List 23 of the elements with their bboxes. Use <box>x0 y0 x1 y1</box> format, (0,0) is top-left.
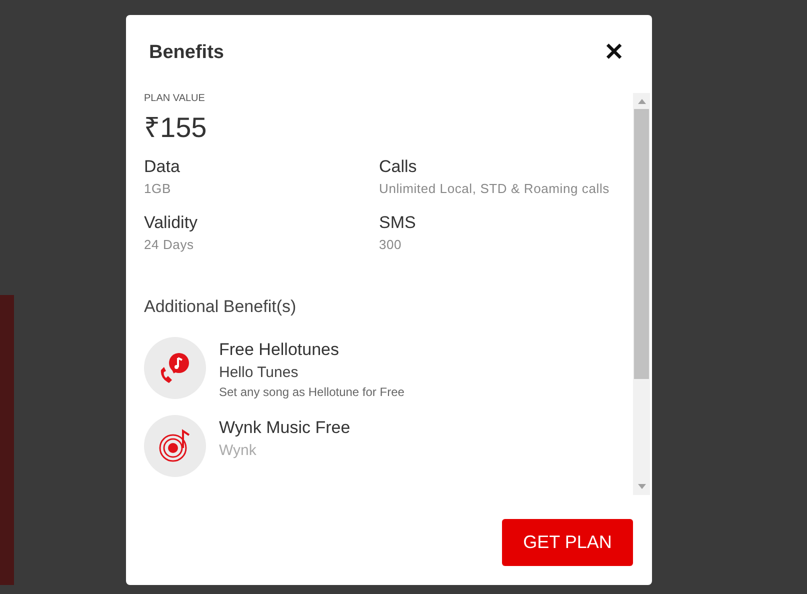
plan-value-label: PLAN VALUE <box>144 93 206 104</box>
plan-price: ₹155 <box>144 111 208 145</box>
benefit-subtitle: Wynk <box>219 442 258 459</box>
scroll-down-icon[interactable] <box>638 484 646 490</box>
benefit-description: Set any song as Hellotune for Free <box>219 385 404 399</box>
benefit-label: Calls <box>379 157 418 177</box>
dialog-title: Benefits <box>149 42 224 64</box>
benefit-title: Wynk Music Free <box>219 418 350 438</box>
benefit-label: Validity <box>144 213 199 233</box>
benefit-value: Unlimited Local, STD & Roaming calls <box>379 181 610 197</box>
benefit-value: 1GB <box>144 181 172 197</box>
get-plan-button[interactable]: GET PLAN <box>502 519 633 566</box>
benefit-label: SMS <box>379 213 417 233</box>
benefit-value: 300 <box>379 237 403 253</box>
scrollbar[interactable] <box>633 93 650 495</box>
benefit-title: Free Hellotunes <box>219 340 340 360</box>
benefit-label: Data <box>144 157 181 177</box>
benefit-value: 24 Days <box>144 237 195 253</box>
close-button[interactable]: ✕ <box>602 41 626 65</box>
scroll-up-icon[interactable] <box>638 98 646 104</box>
benefit-subtitle: Hello Tunes <box>219 364 300 381</box>
section-heading: Additional Benefit(s) <box>144 297 298 317</box>
scrollbar-thumb[interactable] <box>634 109 649 379</box>
